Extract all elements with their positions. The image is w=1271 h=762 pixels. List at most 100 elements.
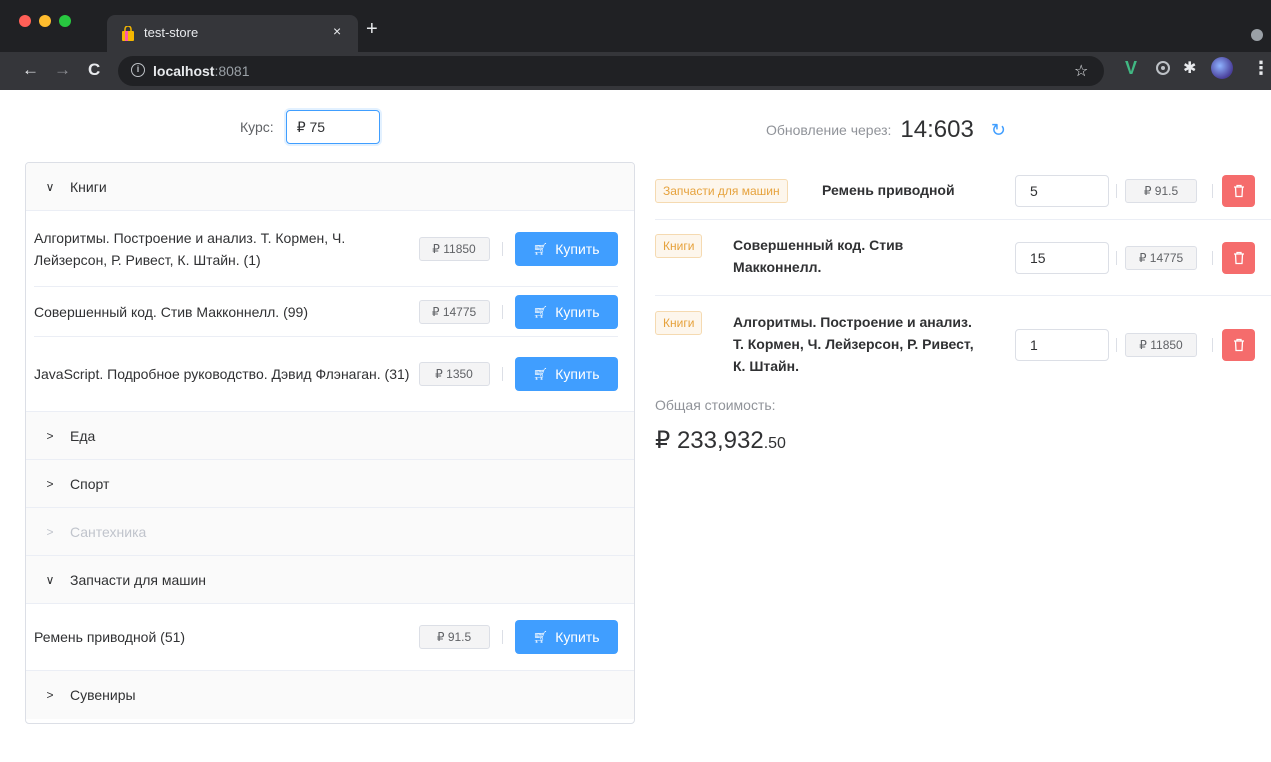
quantity-input[interactable]: 15 xyxy=(1015,242,1109,274)
delete-button[interactable] xyxy=(1222,329,1255,361)
target-extension-icon[interactable] xyxy=(1156,61,1170,75)
reload-icon[interactable]: C xyxy=(88,60,100,80)
profile-avatar[interactable] xyxy=(1211,57,1233,79)
rate-label: Курс: xyxy=(240,119,274,135)
product-row: Ремень приводной (51) ₽ 91.5 🛒︎ Купить xyxy=(34,604,618,670)
vue-devtools-icon[interactable]: V xyxy=(1125,58,1137,79)
puzzle-icon[interactable]: ✱ xyxy=(1183,58,1196,78)
cart-icon: 🛒︎ xyxy=(533,241,549,256)
timer-label: Обновление через: xyxy=(766,122,892,138)
category-badge: Книги xyxy=(655,234,703,258)
buy-button-label: Купить xyxy=(555,366,600,382)
update-timer: Обновление через: 14:603 ↻ xyxy=(766,116,1006,144)
buy-button-label: Купить xyxy=(555,240,600,257)
divider xyxy=(1116,184,1117,198)
category-header-sport[interactable]: > Спорт xyxy=(26,460,634,508)
category-body-car-parts: Ремень приводной (51) ₽ 91.5 🛒︎ Купить xyxy=(26,604,634,671)
minimize-window-button[interactable] xyxy=(39,15,51,27)
product-row: JavaScript. Подробное руководство. Дэвид… xyxy=(34,337,618,411)
product-name: Ремень приводной (51) xyxy=(34,629,186,645)
browser-tab[interactable]: test-store × xyxy=(107,15,358,52)
new-tab-button[interactable]: + xyxy=(366,19,378,39)
divider xyxy=(501,630,503,644)
quantity-input[interactable]: 1 xyxy=(1015,329,1109,361)
category-name: Еда xyxy=(70,427,96,444)
category-header-food[interactable]: > Еда xyxy=(26,412,634,460)
tab-search-icon[interactable] xyxy=(1251,29,1263,41)
total-cents: .50 xyxy=(763,435,786,452)
cart-row: Книги Алгоритмы. Построение и анализ. Т.… xyxy=(655,296,1271,396)
kebab-menu-icon[interactable]: ⋮ xyxy=(1252,58,1270,79)
delete-button[interactable] xyxy=(1222,175,1255,207)
refresh-icon[interactable]: ↻ xyxy=(991,120,1006,141)
divider xyxy=(501,367,503,381)
quantity-input[interactable]: 5 xyxy=(1015,175,1109,207)
close-window-button[interactable] xyxy=(19,15,31,27)
chevron-down-icon: ∨ xyxy=(45,572,55,587)
category-name: Спорт xyxy=(70,475,110,492)
cart-price-tag: ₽ 11850 xyxy=(1125,333,1197,357)
category-header-books[interactable]: ∨ Книги xyxy=(26,163,634,211)
forward-arrow-icon[interactable]: → xyxy=(54,60,71,80)
chevron-right-icon: > xyxy=(46,688,54,702)
price-tag: ₽ 14775 xyxy=(418,299,490,324)
divider xyxy=(501,241,503,256)
price-tag: ₽ 11850 xyxy=(418,236,490,261)
rate-row: Курс: ₽ 75 xyxy=(240,110,380,144)
divider xyxy=(1212,184,1213,198)
address-bar[interactable]: i localhost:8081 ☆ xyxy=(118,56,1104,86)
divider xyxy=(1212,251,1213,265)
category-body-books: Алгоритмы. Построение и анализ. Т. Корме… xyxy=(26,211,634,412)
category-badge: Запчасти для машин xyxy=(655,179,788,203)
cart-price-tag: ₽ 91.5 xyxy=(1125,179,1197,203)
category-badge: Книги xyxy=(655,311,703,335)
buy-button[interactable]: 🛒︎ Купить xyxy=(514,620,618,654)
category-header-car-parts[interactable]: ∨ Запчасти для машин xyxy=(26,556,634,604)
chevron-down-icon: ∨ xyxy=(45,179,55,194)
rate-input[interactable]: ₽ 75 xyxy=(285,110,380,144)
divider xyxy=(501,304,503,319)
cart-list: Запчасти для машин Ремень приводной 5 ₽ … xyxy=(655,162,1271,396)
url-text: localhost:8081 xyxy=(153,63,250,79)
cart-icon: 🛒︎ xyxy=(533,304,549,319)
price-tag: ₽ 91.5 xyxy=(418,625,490,649)
tab-title: test-store xyxy=(144,25,199,40)
buy-button-label: Купить xyxy=(555,303,600,320)
bookmark-star-icon[interactable]: ☆ xyxy=(1074,61,1088,81)
divider xyxy=(1116,251,1117,265)
cart-item-name: Совершенный код. Стив Макконнелл. xyxy=(733,237,904,275)
info-icon[interactable]: i xyxy=(131,63,145,77)
category-header-plumbing: > Сантехника xyxy=(26,508,634,556)
total-main: ₽ 233,932 xyxy=(655,427,764,454)
divider xyxy=(1116,338,1117,352)
buy-button[interactable]: 🛒︎ Купить xyxy=(514,357,618,391)
browser-chrome: test-store × + ← → C i localhost:8081 ☆ … xyxy=(0,0,1271,90)
cart-row: Книги Совершенный код. Стив Макконнелл. … xyxy=(655,220,1271,296)
buy-button[interactable]: 🛒︎ Купить xyxy=(514,231,618,266)
maximize-window-button[interactable] xyxy=(59,15,71,27)
trash-icon xyxy=(1233,251,1244,265)
total-label: Общая стоимость: xyxy=(655,397,776,413)
buy-button-label: Купить xyxy=(555,629,600,645)
shopping-bag-icon xyxy=(122,26,134,41)
back-arrow-icon[interactable]: ← xyxy=(22,60,39,80)
delete-button[interactable] xyxy=(1222,242,1255,274)
divider xyxy=(1212,338,1213,352)
cart-item-name: Ремень приводной xyxy=(822,182,955,198)
chevron-right-icon: > xyxy=(46,524,54,539)
category-accordion: ∨ Книги Алгоритмы. Построение и анализ. … xyxy=(25,162,635,724)
tab-close-icon[interactable]: × xyxy=(333,23,341,39)
category-name: Сантехника xyxy=(70,523,147,540)
category-header-souvenirs[interactable]: > Сувениры xyxy=(26,671,634,719)
price-tag: ₽ 1350 xyxy=(418,362,490,386)
product-name: Алгоритмы. Построение и анализ. Т. Корме… xyxy=(34,229,346,268)
trash-icon xyxy=(1233,338,1244,352)
cart-price-tag: ₽ 14775 xyxy=(1125,246,1197,270)
product-row: Совершенный код. Стив Макконнелл. (99) ₽… xyxy=(34,287,618,337)
cart-icon: 🛒︎ xyxy=(533,367,549,381)
cart-row: Запчасти для машин Ремень приводной 5 ₽ … xyxy=(655,162,1271,220)
category-name: Сувениры xyxy=(70,687,136,703)
chevron-right-icon: > xyxy=(46,476,54,491)
buy-button[interactable]: 🛒︎ Купить xyxy=(514,294,618,329)
cart-item-name: Алгоритмы. Построение и анализ. Т. Корме… xyxy=(733,314,974,374)
